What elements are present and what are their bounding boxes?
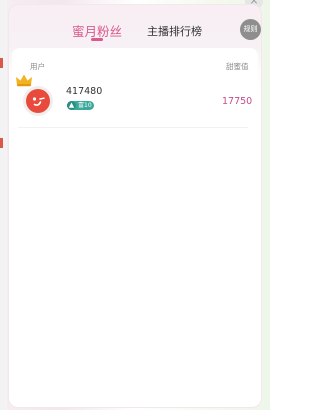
- wink-face-icon: [32, 97, 45, 106]
- row-divider: [18, 127, 248, 128]
- user-name[interactable]: 417480: [66, 86, 102, 97]
- column-header-sweetness: 甜蜜值: [226, 62, 249, 71]
- rules-button[interactable]: 规则: [240, 19, 261, 40]
- tab-anchor-ranking[interactable]: 主播排行榜: [147, 23, 202, 39]
- column-header-user: 用户: [30, 62, 45, 71]
- avatar[interactable]: [23, 86, 53, 116]
- wealth-level-label: 富10: [78, 102, 92, 109]
- wealth-level-badge: 富10: [67, 101, 94, 110]
- left-edge-strip: [0, 0, 7, 410]
- left-edge-marker: [0, 138, 3, 148]
- avatar-image: [26, 89, 50, 113]
- crown-icon: [16, 74, 32, 87]
- active-tab-indicator: [91, 38, 103, 41]
- left-edge-marker: [0, 58, 3, 68]
- sweetness-value: 17750: [222, 96, 253, 107]
- level-icon: [67, 101, 76, 110]
